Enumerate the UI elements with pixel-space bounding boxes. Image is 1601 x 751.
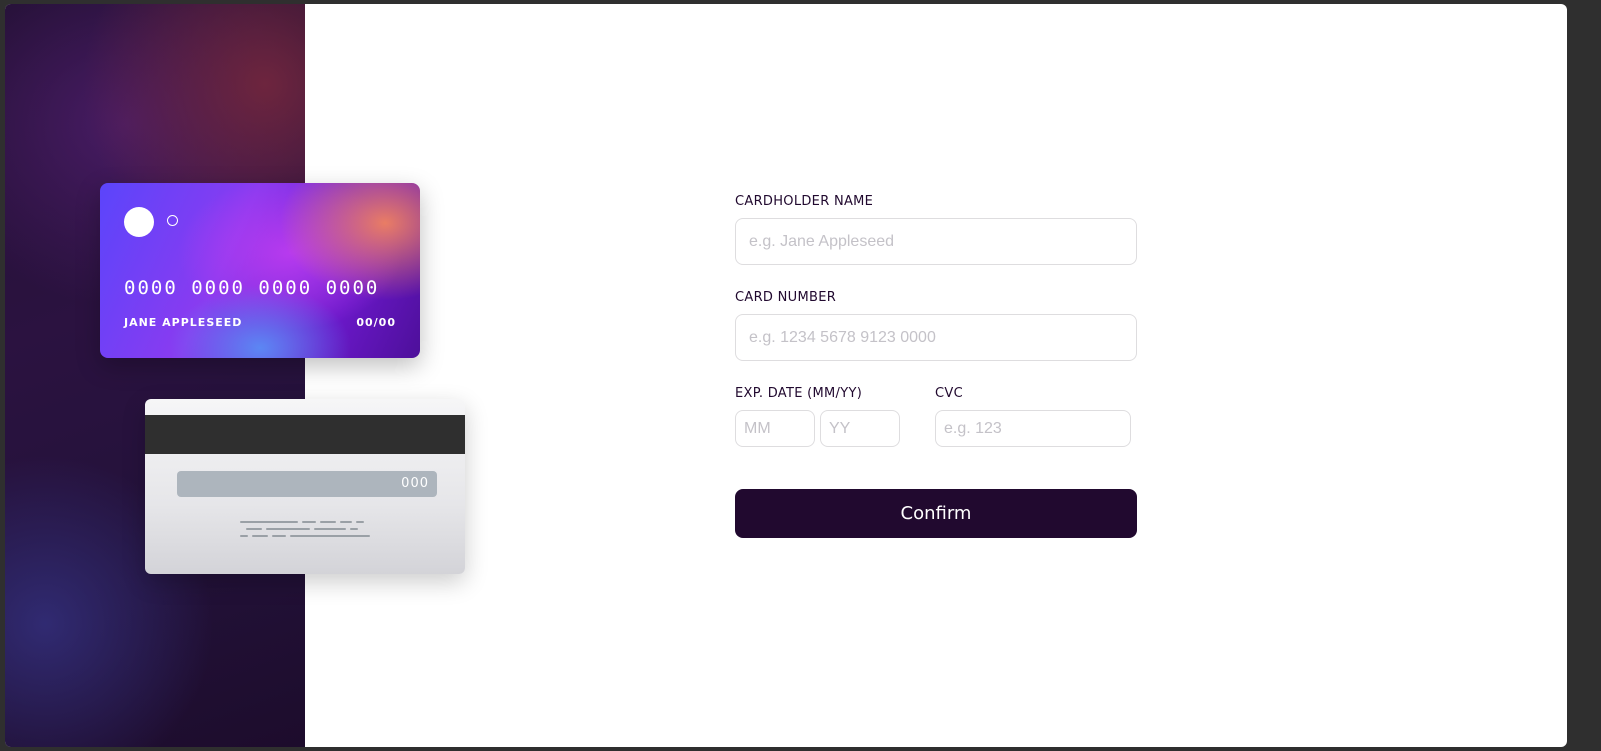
card-front: 0000 0000 0000 0000 JANE APPLESEED 00/00 — [100, 183, 420, 358]
card-number-label: CARD NUMBER — [735, 290, 837, 305]
confirm-button[interactable]: Confirm — [735, 489, 1137, 538]
cvc-input[interactable] — [935, 410, 1131, 447]
card-number-field: CARD NUMBER — [735, 290, 1137, 361]
expiry-year-input[interactable] — [820, 410, 900, 447]
expiry-date-field: EXP. DATE (MM/YY) — [735, 386, 935, 447]
card-details-form: CARDHOLDER NAME CARD NUMBER EXP. DATE (M… — [735, 194, 1137, 538]
card-logo-ring-icon — [167, 215, 178, 226]
cardholder-name-display: JANE APPLESEED — [124, 316, 243, 329]
cvc-label: CVC — [935, 386, 963, 401]
expiry-date-label: EXP. DATE (MM/YY) — [735, 386, 863, 401]
card-expiry-display: 00/00 — [356, 316, 396, 329]
card-fine-print — [240, 521, 380, 539]
app-window: 0000 0000 0000 0000 JANE APPLESEED 00/00… — [5, 4, 1567, 747]
expiry-cvc-row: EXP. DATE (MM/YY) CVC — [735, 386, 1137, 447]
cardholder-name-field: CARDHOLDER NAME — [735, 194, 1137, 265]
cardholder-name-label: CARDHOLDER NAME — [735, 194, 874, 209]
expiry-month-input[interactable] — [735, 410, 815, 447]
cvc-field: CVC — [935, 386, 1131, 447]
card-back: 000 — [145, 399, 465, 574]
card-cvc-display: 000 — [401, 476, 429, 491]
cardholder-name-input[interactable] — [735, 218, 1137, 265]
magnetic-stripe — [145, 415, 465, 454]
card-logo-circle-icon — [124, 207, 154, 237]
card-number-display: 0000 0000 0000 0000 — [124, 277, 380, 299]
signature-strip: 000 — [177, 471, 437, 497]
decorative-sidebar — [5, 4, 305, 747]
card-number-input[interactable] — [735, 314, 1137, 361]
